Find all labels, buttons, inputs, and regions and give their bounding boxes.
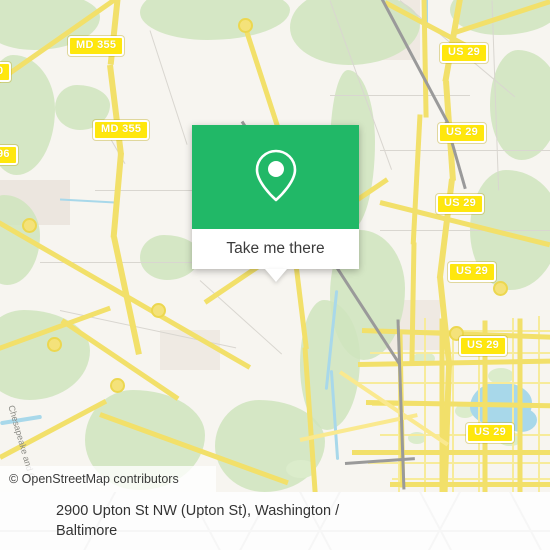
road-shield-us-29-5: US 29	[459, 336, 508, 356]
road-shield-us-29-3: US 29	[436, 194, 485, 214]
street-grid-line	[368, 462, 550, 464]
junction-node	[110, 378, 125, 393]
callout-pointer	[264, 269, 287, 282]
callout-pin-area	[192, 125, 359, 229]
major-road	[517, 318, 523, 492]
take-me-there-callout[interactable]: Take me there	[192, 125, 359, 282]
footer-bar: 2900 Upton St NW (Upton St), Washington …	[0, 492, 550, 550]
street-grid-line	[452, 330, 454, 492]
minor-road	[380, 230, 550, 231]
road-shield-clipped-left-top: 0	[0, 62, 12, 82]
park-area	[490, 50, 550, 160]
major-road	[390, 482, 550, 487]
street-grid-line	[380, 434, 550, 436]
location-title: 2900 Upton St NW (Upton St), Washington …	[56, 503, 340, 539]
moovit-map-screenshot: Chesapeake and O MD 355 MD 355 US 29 US …	[0, 0, 550, 550]
road-shield-us-29-1: US 29	[440, 43, 489, 63]
junction-node	[238, 18, 253, 33]
junction-node	[493, 281, 508, 296]
osm-attribution[interactable]: © OpenStreetMap contributors	[0, 466, 216, 492]
map-pin-icon	[251, 147, 301, 208]
road-shield-md-355-north: MD 355	[68, 36, 125, 56]
junction-node	[22, 218, 37, 233]
road-shield-clipped-left-bottom: 96	[0, 145, 18, 165]
junction-node	[151, 303, 166, 318]
map-canvas[interactable]: Chesapeake and O MD 355 MD 355 US 29 US …	[0, 0, 550, 492]
road-shield-us-29-2: US 29	[438, 123, 487, 143]
minor-road	[380, 150, 550, 151]
junction-node	[47, 337, 62, 352]
street-grid-line	[392, 478, 550, 480]
road-shield-md-355-south: MD 355	[93, 120, 150, 140]
take-me-there-button[interactable]: Take me there	[192, 229, 359, 269]
road-shield-us-29-6: US 29	[466, 423, 515, 443]
major-road	[439, 318, 445, 492]
road-shield-us-29-4: US 29	[448, 262, 497, 282]
